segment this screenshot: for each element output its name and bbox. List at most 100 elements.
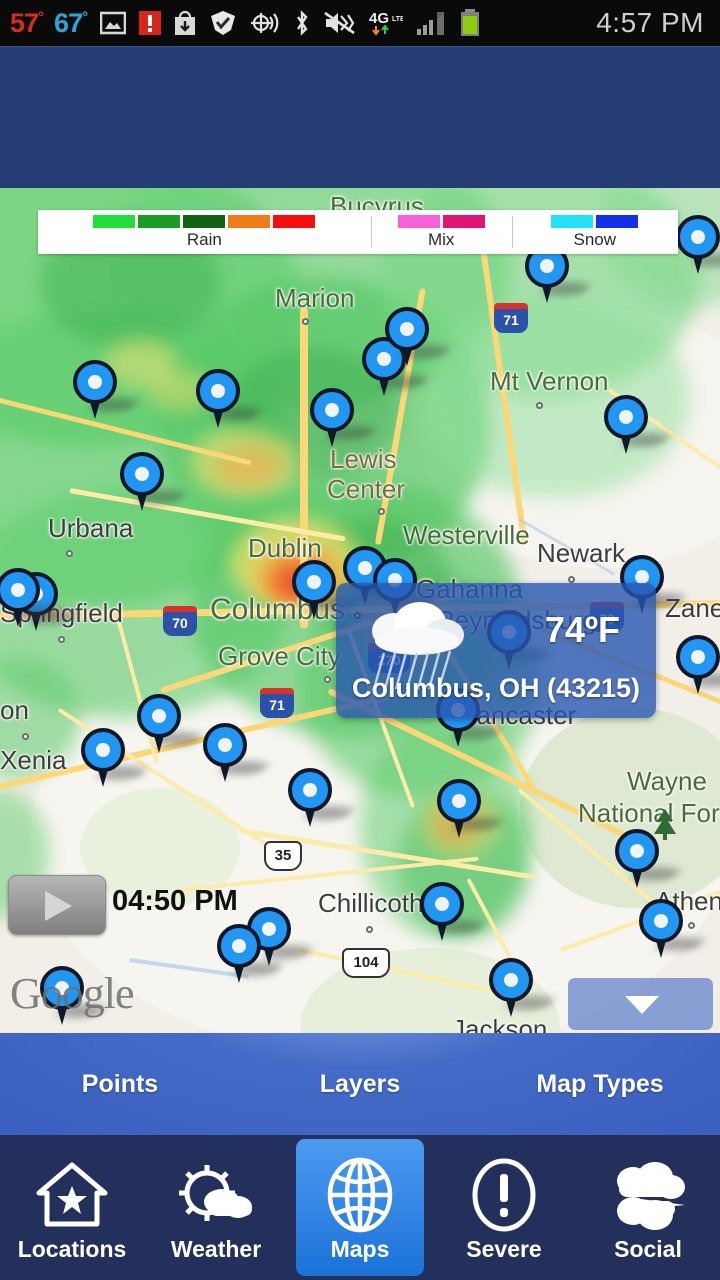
map-types-button[interactable]: Map Types (480, 1070, 720, 1099)
pin-center-dot (540, 259, 554, 273)
play-button[interactable] (8, 875, 106, 935)
map-pin[interactable] (137, 694, 205, 754)
city-label: Westerville (403, 520, 530, 550)
status-temp-low: 57° (10, 7, 44, 38)
pin-center-dot (11, 583, 25, 597)
map-pin[interactable] (203, 723, 271, 783)
legend-swatch (273, 214, 316, 228)
map-action-bar: Points Layers Map Types (0, 1033, 720, 1135)
radar-timestamp: 04:50 PM (112, 885, 238, 917)
legend-swatch (93, 214, 136, 228)
weather-info-popup[interactable]: 74ºF Columbus, OH (43215) (336, 583, 656, 718)
pin-center-dot (691, 230, 705, 244)
nav-label: Maps (330, 1236, 390, 1262)
status-clock: 4:57 PM (596, 7, 704, 38)
legend-label: Snow (573, 229, 617, 249)
nav-item-maps[interactable]: Maps (288, 1135, 432, 1280)
legend-group-mix: Mix (370, 210, 512, 254)
app-header (0, 46, 720, 188)
pin-center-dot (303, 783, 317, 797)
nav-item-locations[interactable]: Locations (0, 1135, 144, 1280)
popup-location: Columbus, OH (43215) (351, 673, 641, 703)
pin-center-dot (630, 844, 644, 858)
pin-center-dot (654, 914, 668, 928)
legend-swatch (551, 214, 594, 228)
nav-item-social[interactable]: Social (576, 1135, 720, 1280)
map-pin[interactable] (385, 307, 453, 367)
svg-text:LTE: LTE (392, 16, 403, 23)
popup-temperature: 74ºF (544, 609, 620, 650)
nav-label: Severe (466, 1236, 542, 1262)
pin-center-dot (435, 897, 449, 911)
city-label: Lewis (330, 444, 397, 474)
globe-icon (323, 1152, 397, 1238)
map-pin[interactable] (120, 452, 188, 512)
cloud-chat-icon (607, 1152, 689, 1238)
pin-center-dot (262, 922, 276, 936)
map-pin[interactable] (288, 768, 356, 828)
nav-label: Locations (17, 1236, 127, 1262)
map-pin[interactable] (292, 560, 360, 620)
nav-item-weather[interactable]: Weather (144, 1135, 288, 1280)
pin-center-dot (452, 794, 466, 808)
map-pin[interactable] (676, 635, 720, 695)
map-pin[interactable] (676, 215, 720, 275)
pin-center-dot (96, 743, 110, 757)
legend-label: Rain (186, 229, 222, 249)
city-label: Xenia (0, 745, 67, 775)
pin-center-dot (691, 650, 705, 664)
legend-swatch (397, 214, 440, 228)
city-label: Wayne (627, 766, 707, 796)
nav-item-severe[interactable]: Severe (432, 1135, 576, 1280)
legend-swatch (228, 214, 271, 228)
pin-center-dot (135, 467, 149, 481)
pin-center-dot (152, 709, 166, 723)
collapse-panel-button[interactable] (568, 978, 713, 1030)
interstate-shield: 71 (494, 303, 528, 333)
map-pin[interactable] (81, 728, 149, 788)
map-pin[interactable] (73, 360, 141, 420)
gallery-icon (100, 11, 127, 35)
mute-vibrate-icon (324, 10, 356, 36)
play-icon (45, 891, 72, 921)
pin-center-dot (88, 375, 102, 389)
city-label: Grove City (218, 641, 341, 671)
map-pin[interactable] (604, 395, 672, 455)
map-pin[interactable] (310, 388, 378, 448)
4g-lte-icon: 4G LTE (369, 9, 403, 37)
legend-label: Mix (427, 229, 455, 249)
legend-group-rain: Rain (38, 210, 371, 254)
bluetooth-icon (293, 10, 311, 36)
signal-bars-icon (416, 10, 446, 36)
city-label: Urbana (48, 513, 134, 543)
city-label: National Fore (578, 798, 720, 828)
checkmark-badge-icon (209, 10, 237, 36)
legend-swatch (442, 214, 485, 228)
city-label: on (0, 695, 29, 725)
map-pin[interactable] (639, 899, 707, 959)
download-bag-icon (174, 10, 196, 36)
map-pin[interactable] (615, 829, 683, 889)
map-pin[interactable] (0, 568, 64, 628)
map-pin[interactable] (420, 882, 488, 942)
map-pin[interactable] (437, 779, 505, 839)
map-canvas[interactable]: Bucyrus Marion Mt Vernon Lewis Center Ur… (0, 188, 720, 1033)
gps-broadcast-icon (250, 10, 280, 36)
chevron-down-icon (625, 996, 659, 1014)
pin-center-dot (325, 403, 339, 417)
nav-label: Weather (170, 1236, 262, 1262)
svg-text:4G: 4G (369, 10, 389, 27)
legend-swatches (551, 214, 639, 228)
us-route-shield: 104 (342, 948, 390, 978)
points-button[interactable]: Points (0, 1070, 240, 1099)
pin-center-dot (619, 410, 633, 424)
alert-icon (139, 10, 162, 36)
map-pin[interactable] (489, 958, 557, 1018)
map-pin[interactable] (196, 369, 264, 429)
legend-swatches (93, 214, 316, 228)
us-route-shield: 35 (264, 841, 302, 871)
legend-swatches (397, 214, 485, 228)
map-pin[interactable] (217, 924, 285, 984)
layers-button[interactable]: Layers (240, 1070, 480, 1099)
pin-center-dot (307, 575, 321, 589)
